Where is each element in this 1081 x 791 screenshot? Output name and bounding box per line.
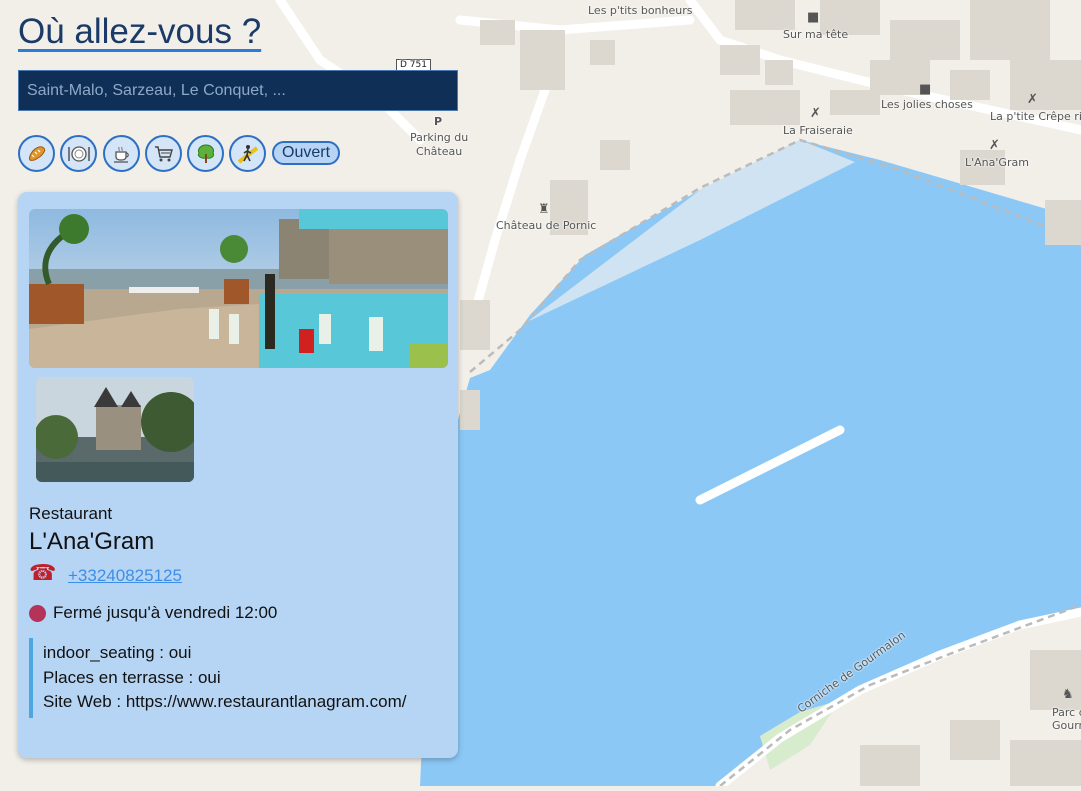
map-label-ptits-bonheurs: Les p'tits bonheurs (588, 4, 693, 17)
search-input[interactable] (18, 70, 458, 111)
castle-photo[interactable] (36, 377, 194, 482)
map-label-fraiseraie: La Fraiseraie (783, 124, 853, 137)
status-closed-dot (29, 605, 46, 622)
map-label-jolies-choses: Les jolies choses (881, 98, 973, 111)
tag-indoor-seating: indoor_seating : oui (43, 643, 192, 662)
parc-label-line1: Parc d (1052, 706, 1081, 719)
map-label-ptite-crepe: La p'tite Crêpe rit (990, 110, 1081, 123)
place-name: L'Ana'Gram (29, 528, 155, 555)
tag-terrace: Places en terrasse : oui (43, 667, 221, 687)
restaurant-icon: ✗ (810, 106, 821, 121)
map-label-chateau: Château de Pornic (496, 219, 597, 232)
plate-icon[interactable] (60, 135, 97, 172)
tree-icon[interactable] (187, 135, 224, 172)
tag-website: Site Web : https://www.restaurantlanagra… (43, 692, 407, 711)
coffee-cup-icon[interactable] (103, 135, 140, 172)
shopping-cart-icon[interactable] (145, 135, 182, 172)
restaurant-icon: ✗ (989, 138, 1000, 153)
map-label-parking: Parking du Château (410, 131, 468, 158)
page-title: Où allez-vous ? (18, 12, 262, 51)
place-card: Restaurant L'Ana'Gram ☎ +33240825125 Fer… (18, 192, 458, 758)
open-now-filter-button[interactable]: Ouvert (272, 141, 341, 165)
map-label-parking-p: P (434, 115, 443, 128)
phone-icon: ☎ (29, 561, 57, 586)
clothes-shop-icon: ■ (807, 10, 820, 25)
terrace-photo[interactable] (29, 209, 448, 368)
map-label-anagram: L'Ana'Gram (965, 156, 1029, 169)
parking-label-line1: Parking du (410, 131, 469, 144)
opening-status: Fermé jusqu'à vendredi 12:00 (53, 603, 278, 622)
phone-link[interactable]: +33240825125 (68, 566, 182, 586)
parking-label-line2: Château (416, 145, 463, 158)
hiker-icon[interactable] (229, 135, 266, 172)
place-category: Restaurant (29, 504, 113, 523)
park-icon: ♞ (1062, 687, 1074, 702)
map-label-parc: Parc d Gourma (1052, 706, 1081, 732)
place-tags: indoor_seating : oui Places en terrasse … (29, 638, 406, 718)
restaurant-icon: ✗ (1027, 92, 1038, 107)
bread-icon[interactable] (18, 135, 55, 172)
castle-icon: ♜ (538, 202, 550, 217)
map-label-sur-ma-tete: Sur ma tête (783, 28, 849, 41)
parc-label-line2: Gourma (1052, 719, 1081, 732)
gift-shop-icon: ■ (919, 82, 932, 97)
